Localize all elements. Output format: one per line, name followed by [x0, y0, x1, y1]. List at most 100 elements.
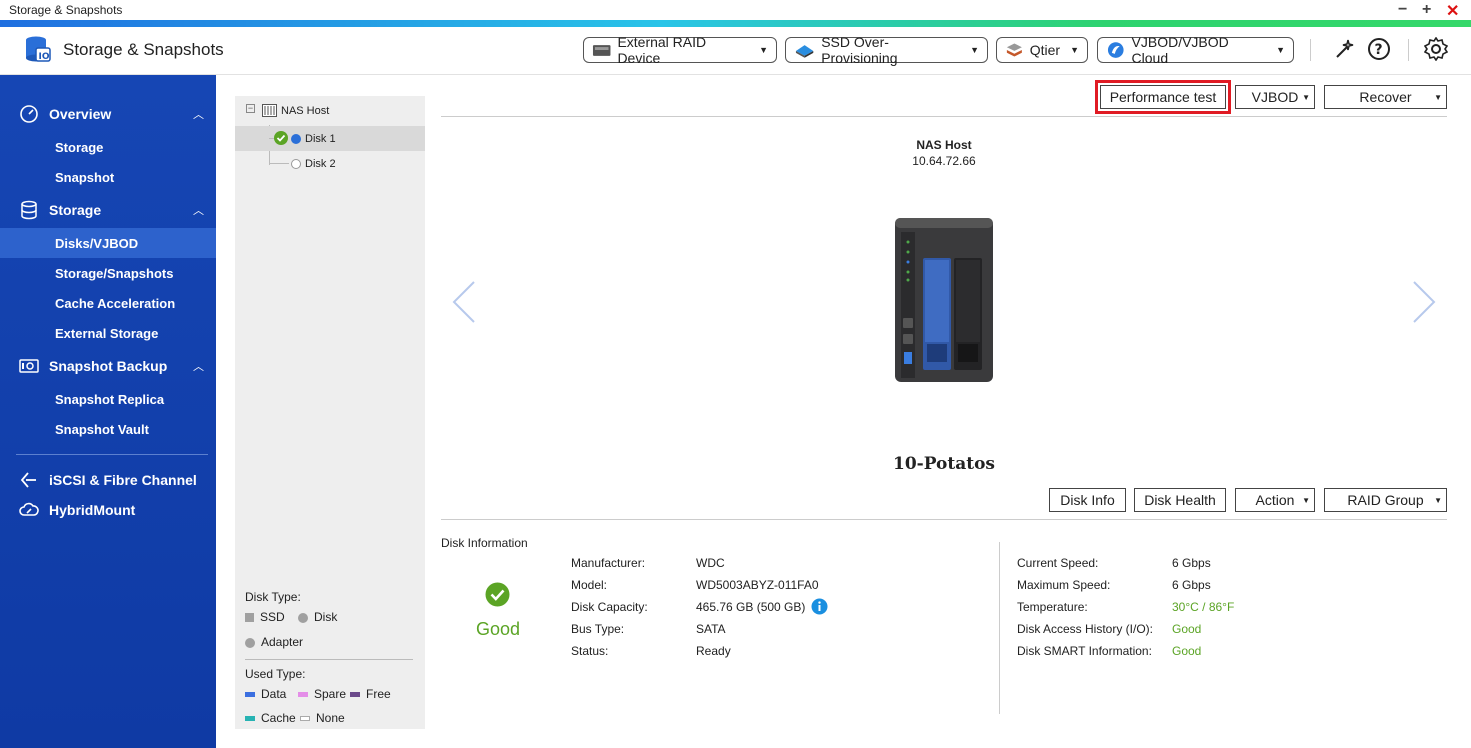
sidebar-item-cache-acceleration[interactable]: Cache Acceleration: [0, 288, 216, 318]
chevron-down-icon: ▼: [1434, 92, 1442, 102]
check-circle-icon: [274, 131, 288, 145]
qtier-button[interactable]: Qtier ▼: [996, 37, 1088, 63]
sidebar-item-snapshot-vault[interactable]: Snapshot Vault: [0, 414, 216, 444]
sidebar-section-iscsi[interactable]: iSCSI & Fibre Channel: [0, 465, 216, 495]
external-raid-icon: [592, 45, 611, 56]
sidebar-item-snapshot-replica[interactable]: Snapshot Replica: [0, 384, 216, 414]
manufacturer-label: Manufacturer:: [571, 556, 646, 570]
sidebar-item-storage-snapshots[interactable]: Storage/Snapshots: [0, 258, 216, 288]
cache-swatch: [245, 716, 255, 722]
sidebar-item-disks-vjbod[interactable]: Disks/VJBOD: [0, 228, 216, 258]
sidebar-section-label: Storage: [49, 202, 102, 218]
performance-test-button[interactable]: Performance test: [1095, 80, 1231, 114]
sidebar-section-storage[interactable]: Storage ︿: [0, 195, 216, 225]
next-arrow-icon[interactable]: [1410, 280, 1438, 324]
bus-type-value: SATA: [696, 622, 726, 636]
vjbod-cloud-label: VJBOD/VJBOD Cloud: [1131, 34, 1229, 66]
disk-smart-information-label: Disk SMART Information:: [1017, 644, 1152, 658]
disk-access-history-label: Disk Access History (I/O):: [1017, 622, 1154, 636]
sidebar-section-hybridmount[interactable]: HybridMount: [0, 495, 216, 525]
disk-smart-information-value[interactable]: Good: [1172, 644, 1201, 658]
chevron-down-icon: ▼: [1276, 45, 1285, 55]
tree-node-disk-2[interactable]: Disk 2: [235, 151, 425, 176]
action-label: Action: [1255, 492, 1295, 508]
action-dropdown[interactable]: Action ▼: [1235, 488, 1315, 512]
tree-node-nas-host[interactable]: − NAS Host: [235, 98, 425, 123]
spare-swatch: [298, 692, 308, 698]
close-icon[interactable]: ✕: [1446, 1, 1459, 21]
sidebar-item-storage-overview[interactable]: Storage: [0, 132, 216, 162]
legend-label: Data: [261, 687, 287, 701]
chevron-down-icon: ▼: [759, 45, 768, 55]
legend-none: None: [300, 711, 345, 725]
disk-health-button[interactable]: Disk Health: [1134, 488, 1226, 512]
status-value: Ready: [696, 644, 731, 658]
collapse-icon[interactable]: −: [246, 104, 255, 113]
tree-node-disk-1[interactable]: Disk 1: [235, 126, 425, 151]
recover-label: Recover: [1359, 89, 1412, 105]
app-header: IO Storage & Snapshots External RAID Dev…: [0, 27, 1471, 75]
help-icon[interactable]: ?: [1367, 37, 1391, 61]
current-speed-value: 6 Gbps: [1172, 556, 1211, 570]
dashboard-icon: [20, 105, 38, 123]
nas-device-image[interactable]: [893, 216, 995, 384]
header-divider: [1408, 39, 1409, 61]
database-icon: [21, 200, 37, 220]
vjbod-cloud-button[interactable]: VJBOD/VJBOD Cloud ▼: [1097, 34, 1294, 66]
ssd-over-provisioning-button[interactable]: SSD Over-Provisioning ▼: [785, 34, 988, 66]
vjbod-dropdown[interactable]: VJBOD ▼: [1235, 85, 1315, 109]
model-value: WD5003ABYZ-011FA0: [696, 578, 819, 592]
good-status-label: Good: [475, 619, 521, 639]
disk-info-button[interactable]: Disk Info: [1049, 488, 1126, 512]
storage-snapshots-logo-icon: IO: [26, 36, 51, 62]
chevron-down-icon: ▼: [1070, 45, 1079, 55]
bus-type-label: Bus Type:: [571, 622, 625, 636]
magic-wand-icon[interactable]: [1333, 37, 1357, 61]
maximize-icon[interactable]: +: [1422, 1, 1431, 19]
legend-divider: [245, 659, 413, 660]
accent-bar: [0, 20, 1471, 27]
device-ip: 10.64.72.66: [912, 154, 976, 168]
window-titlebar: Storage & Snapshots − + ✕: [0, 0, 1471, 20]
tree-line: [269, 163, 289, 164]
sidebar-section-snapshot-backup[interactable]: Snapshot Backup ︿: [0, 351, 216, 381]
disk-status-dot: [291, 134, 301, 144]
legend-label: Disk: [314, 610, 338, 624]
svg-text:?: ?: [1375, 42, 1383, 58]
tree-label: Disk 1: [305, 132, 336, 145]
device-name: NAS Host: [916, 138, 972, 152]
sidebar-section-overview[interactable]: Overview ︿: [0, 99, 216, 129]
legend-ssd: SSD: [245, 610, 285, 624]
vjbod-label: VJBOD: [1251, 89, 1299, 105]
qtier-icon: [1006, 43, 1022, 57]
sidebar-item-external-storage[interactable]: External Storage: [0, 318, 216, 348]
previous-arrow-icon[interactable]: [450, 280, 478, 324]
svg-text:IO: IO: [39, 52, 50, 62]
free-swatch: [350, 692, 360, 698]
minimize-icon[interactable]: −: [1398, 1, 1407, 19]
divider: [441, 116, 1447, 117]
legend-label: None: [316, 711, 345, 725]
chevron-down-icon: ▼: [1302, 92, 1310, 102]
disk-capacity-value: 465.76 GB (500 GB): [696, 600, 806, 614]
device-model: 10-Potatos: [892, 454, 995, 474]
data-swatch: [245, 692, 255, 698]
info-icon[interactable]: [811, 598, 828, 615]
legend-label: SSD: [260, 610, 285, 624]
legend-spare: Spare: [298, 687, 346, 701]
sidebar-section-label: Overview: [49, 106, 112, 122]
divider: [441, 519, 1447, 520]
external-raid-device-button[interactable]: External RAID Device ▼: [583, 34, 777, 66]
disk-access-history-value[interactable]: Good: [1172, 622, 1201, 636]
recover-dropdown[interactable]: Recover ▼: [1324, 85, 1447, 109]
settings-gear-icon[interactable]: [1424, 37, 1448, 61]
used-type-title: Used Type:: [245, 667, 306, 681]
sidebar-item-snapshot[interactable]: Snapshot: [0, 162, 216, 192]
model-label: Model:: [571, 578, 608, 592]
legend-label: Spare: [314, 687, 347, 701]
disk-type-title: Disk Type:: [245, 590, 301, 604]
raid-group-dropdown[interactable]: RAID Group ▼: [1324, 488, 1447, 512]
sidebar-section-label: HybridMount: [49, 502, 136, 518]
raid-group-label: RAID Group: [1347, 492, 1424, 508]
ssd-swatch: [245, 613, 254, 623]
